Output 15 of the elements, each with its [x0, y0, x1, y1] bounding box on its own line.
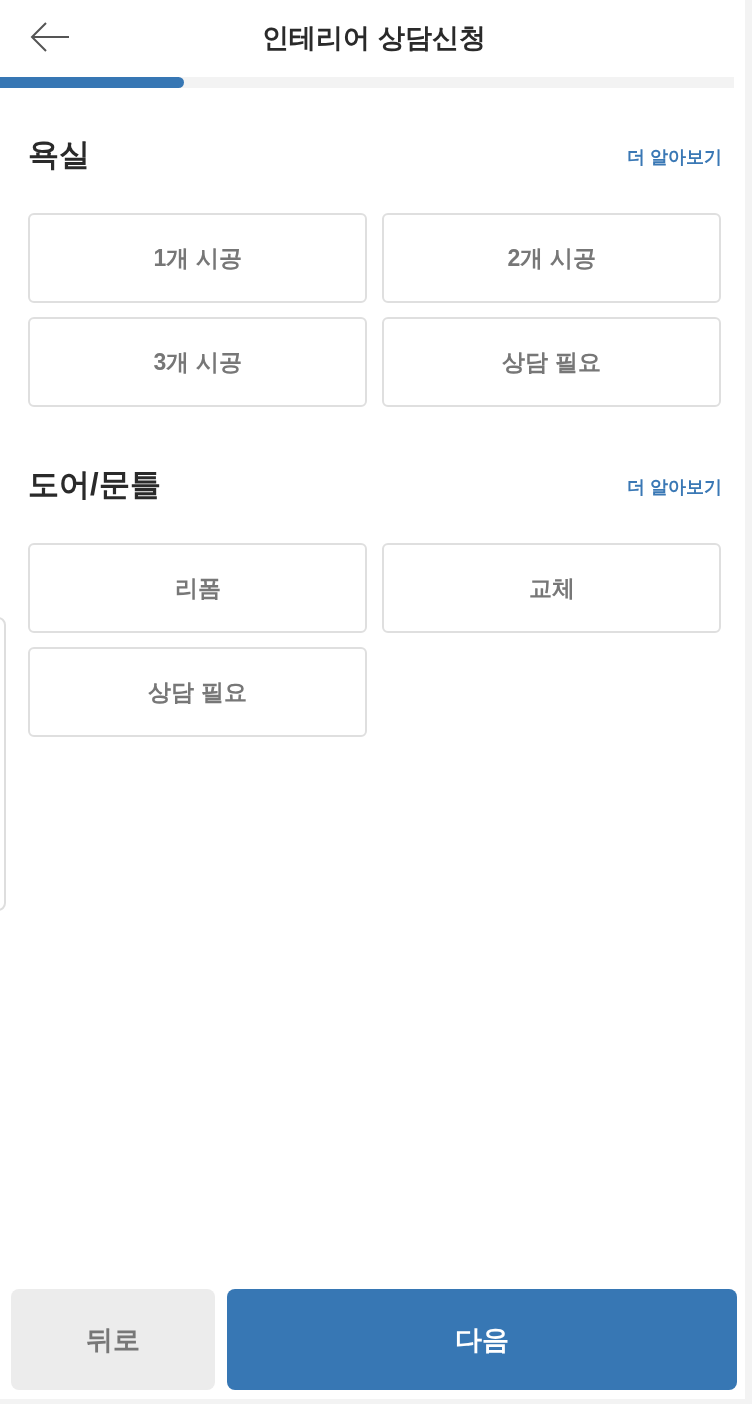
option-button[interactable]: 3개 시공 — [28, 317, 367, 407]
option-button[interactable]: 리폼 — [28, 543, 367, 633]
section-title: 욕실 — [28, 136, 90, 174]
back-arrow-icon[interactable] — [30, 22, 70, 52]
option-button[interactable]: 상담 필요 — [382, 317, 721, 407]
option-button[interactable]: 1개 시공 — [28, 213, 367, 303]
back-button[interactable]: 뒤로 — [11, 1289, 215, 1390]
section-title: 도어/문틀 — [28, 466, 161, 504]
option-button[interactable]: 상담 필요 — [28, 647, 367, 737]
option-button[interactable]: 2개 시공 — [382, 213, 721, 303]
option-button[interactable]: 교체 — [382, 543, 721, 633]
learn-more-link[interactable]: 더 알아보기 — [627, 475, 722, 499]
next-button[interactable]: 다음 — [227, 1289, 737, 1390]
learn-more-link[interactable]: 더 알아보기 — [627, 145, 722, 169]
page-title: 인테리어 상담신청 — [262, 22, 486, 55]
